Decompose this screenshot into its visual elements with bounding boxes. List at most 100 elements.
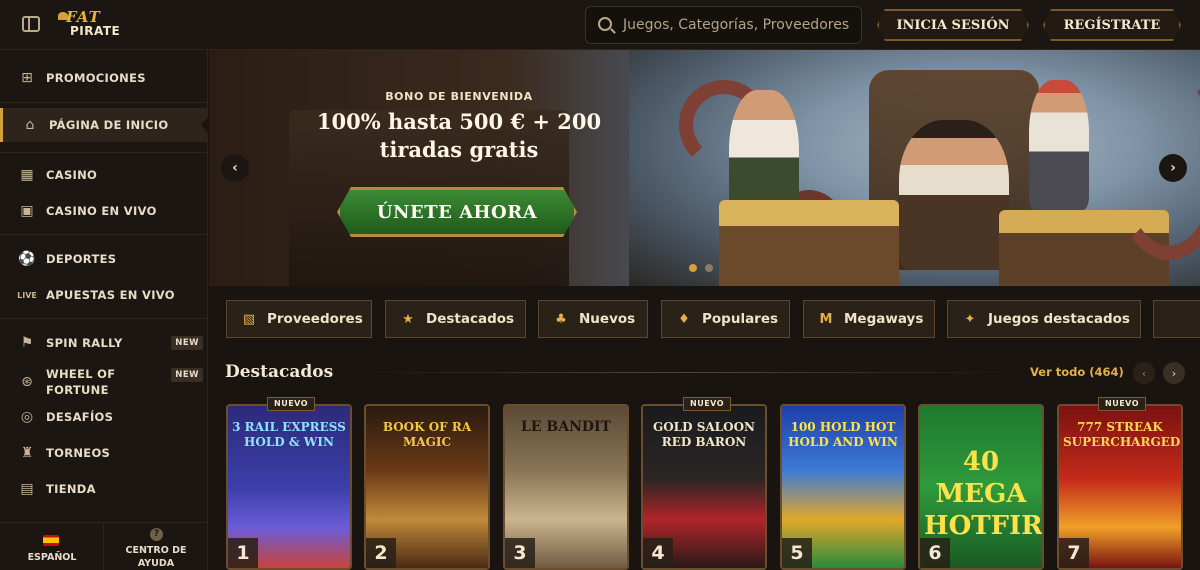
language-label: ESPAÑOL [27, 552, 77, 563]
join-now-button[interactable]: ÚNETE AHORA [337, 187, 577, 237]
sidebar-item-label: APUESTAS EN VIVO [46, 288, 175, 302]
star-icon: ★ [402, 311, 414, 327]
chevron-left-icon[interactable]: ‹ [1133, 362, 1155, 384]
game-title: 777 STREAK SUPERCHARGED [1063, 420, 1181, 449]
hero-title: 100% hasta 500 € + 200 tiradas gratis [316, 109, 602, 162]
sidebar-item-label: DESAFÍOS [46, 410, 114, 424]
torch-icon: ✦ [964, 311, 976, 327]
new-badge: NUEVO [1098, 397, 1147, 411]
hero-subtitle: BONO DE BIENVENIDA [385, 90, 533, 103]
fire-icon: ♦ [678, 311, 690, 327]
sidebar-item-label: SPIN RALLY [46, 336, 123, 350]
logo-text-bottom: PIRATE [70, 24, 121, 38]
language-selector[interactable]: ESPAÑOL [0, 523, 104, 570]
sidebar-item-torneos[interactable]: ♜ TORNEOS [0, 436, 208, 470]
category-chip-proveedores[interactable]: ▧ Proveedores [226, 300, 372, 338]
category-chip-populares[interactable]: ♦ Populares [661, 300, 790, 338]
category-chip-destacados[interactable]: ★ Destacados [385, 300, 526, 338]
sidebar-divider [0, 234, 208, 235]
spain-flag-icon [43, 535, 59, 546]
pirate-man-illustration [1029, 80, 1089, 210]
megaways-icon: M [819, 311, 833, 327]
chevron-right-icon[interactable]: › [1163, 362, 1185, 384]
sidebar-item-deportes[interactable]: ⚽ DEPORTES [0, 242, 208, 276]
help-label: CENTRO DE AYUDA [125, 545, 187, 569]
game-card[interactable]: GOLD SALOON RED BARON 4 [641, 404, 767, 570]
game-rank: 6 [920, 538, 950, 568]
register-button[interactable]: REGÍSTRATE [1043, 9, 1181, 41]
game-title: 100 HOLD HOT HOLD AND WIN [788, 420, 898, 449]
game-rank: 5 [782, 538, 812, 568]
game-title: 3 RAIL EXPRESS HOLD & WIN [232, 420, 346, 449]
category-chip-juegos-destacados[interactable]: ✦ Juegos destacados [947, 300, 1141, 338]
chip-label: Juegos destacados [988, 311, 1130, 327]
category-chip-nuevos[interactable]: ♣ Nuevos [538, 300, 648, 338]
football-icon: ⚽ [18, 251, 36, 267]
carousel-dot[interactable] [705, 264, 713, 272]
sidebar-item-desafios[interactable]: ◎ DESAFÍOS [0, 400, 208, 434]
chevron-left-icon[interactable]: ‹ [221, 154, 249, 182]
chip-label: Nuevos [579, 311, 636, 327]
carousel-dot[interactable] [689, 264, 697, 272]
sidebar-item-tienda[interactable]: ▤ TIENDA [0, 472, 208, 506]
chevron-right-icon[interactable]: › [1159, 154, 1187, 182]
sidebar-item-label: PROMOCIONES [46, 71, 146, 85]
gold-chest-illustration [719, 200, 899, 286]
sidebar-item-label: CASINO [46, 168, 98, 182]
sidebar: ⊞ PROMOCIONES ⌂ PÁGINA DE INICIO ▦ CASIN… [0, 50, 209, 570]
sidebar-item-promociones[interactable]: ⊞ PROMOCIONES [0, 61, 208, 95]
search-placeholder: Juegos, Categorías, Proveedores [623, 17, 850, 33]
new-badge: NUEVO [683, 397, 732, 411]
game-card[interactable]: 100 HOLD HOT HOLD AND WIN 5 [780, 404, 906, 570]
game-card[interactable]: LE BANDIT 3 [503, 404, 629, 570]
sidebar-item-label: DEPORTES [46, 252, 117, 266]
sidebar-item-casino[interactable]: ▦ CASINO [0, 158, 208, 192]
map-icon: ▧ [242, 311, 256, 327]
game-card[interactable]: 3 RAIL EXPRESS HOLD & WIN 1 [226, 404, 352, 570]
sidebar-item-wheel-of-fortune[interactable]: ⊛ WHEEL OF FORTUNE NEW [0, 362, 208, 402]
search-input[interactable]: Juegos, Categorías, Proveedores [585, 6, 862, 44]
login-button[interactable]: INICIA SESIÓN [877, 9, 1029, 41]
new-badge: NEW [171, 368, 203, 382]
category-chip-megaways[interactable]: M Megaways [803, 300, 935, 338]
sidebar-item-label: CASINO EN VIVO [46, 204, 157, 218]
sidebar-item-label: TIENDA [46, 482, 96, 496]
help-center-link[interactable]: ? CENTRO DE AYUDA [104, 523, 208, 570]
sidebar-item-label: WHEEL OF FORTUNE [46, 367, 116, 397]
category-chip-more[interactable] [1153, 300, 1200, 338]
search-icon [598, 17, 612, 31]
section-divider [360, 372, 1015, 373]
game-title: 40 MEGA HOTFIRE [924, 447, 1043, 541]
game-card[interactable]: 777 STREAK SUPERCHARGED 7 [1057, 404, 1183, 570]
pirate-captain-illustration [899, 120, 1009, 270]
sidebar-item-label: PÁGINA DE INICIO [49, 118, 169, 132]
sidebar-divider [0, 102, 208, 103]
game-card[interactable]: 40 MEGA HOTFIRE 6 [918, 404, 1044, 570]
game-card[interactable]: BOOK OF RA MAGIC 2 [364, 404, 490, 570]
live-icon: LIVE [17, 290, 37, 300]
sidebar-toggle-icon[interactable] [22, 16, 40, 32]
game-rank: 7 [1059, 538, 1089, 568]
chip-label: Megaways [844, 311, 924, 327]
sidebar-divider [0, 152, 208, 153]
game-rank: 1 [228, 538, 258, 568]
home-icon: ⌂ [25, 117, 35, 133]
new-badge: NUEVO [267, 397, 316, 411]
target-icon: ◎ [20, 409, 34, 425]
fat-pirate-logo[interactable]: FAT PIRATE [58, 8, 130, 40]
game-rank: 2 [366, 538, 396, 568]
sidebar-divider [0, 318, 208, 319]
chip-label: Populares [702, 311, 779, 327]
see-all-link[interactable]: Ver todo (464) [1030, 365, 1124, 379]
carousel-dots [689, 264, 713, 272]
game-rank: 4 [643, 538, 673, 568]
sidebar-item-apuestas-en-vivo[interactable]: LIVE APUESTAS EN VIVO [0, 278, 208, 312]
sidebar-item-casino-en-vivo[interactable]: ▣ CASINO EN VIVO [0, 194, 208, 228]
trophy-icon: ♜ [20, 445, 34, 461]
sidebar-item-pagina-de-inicio[interactable]: ⌂ PÁGINA DE INICIO [0, 108, 209, 142]
hero-banner[interactable]: BONO DE BIENVENIDA 100% hasta 500 € + 20… [209, 50, 1200, 286]
section-title: Destacados [225, 362, 334, 382]
sidebar-footer: ESPAÑOL ? CENTRO DE AYUDA [0, 522, 208, 570]
sidebar-item-spin-rally[interactable]: ⚑ SPIN RALLY NEW [0, 326, 208, 360]
help-icon: ? [150, 528, 163, 541]
